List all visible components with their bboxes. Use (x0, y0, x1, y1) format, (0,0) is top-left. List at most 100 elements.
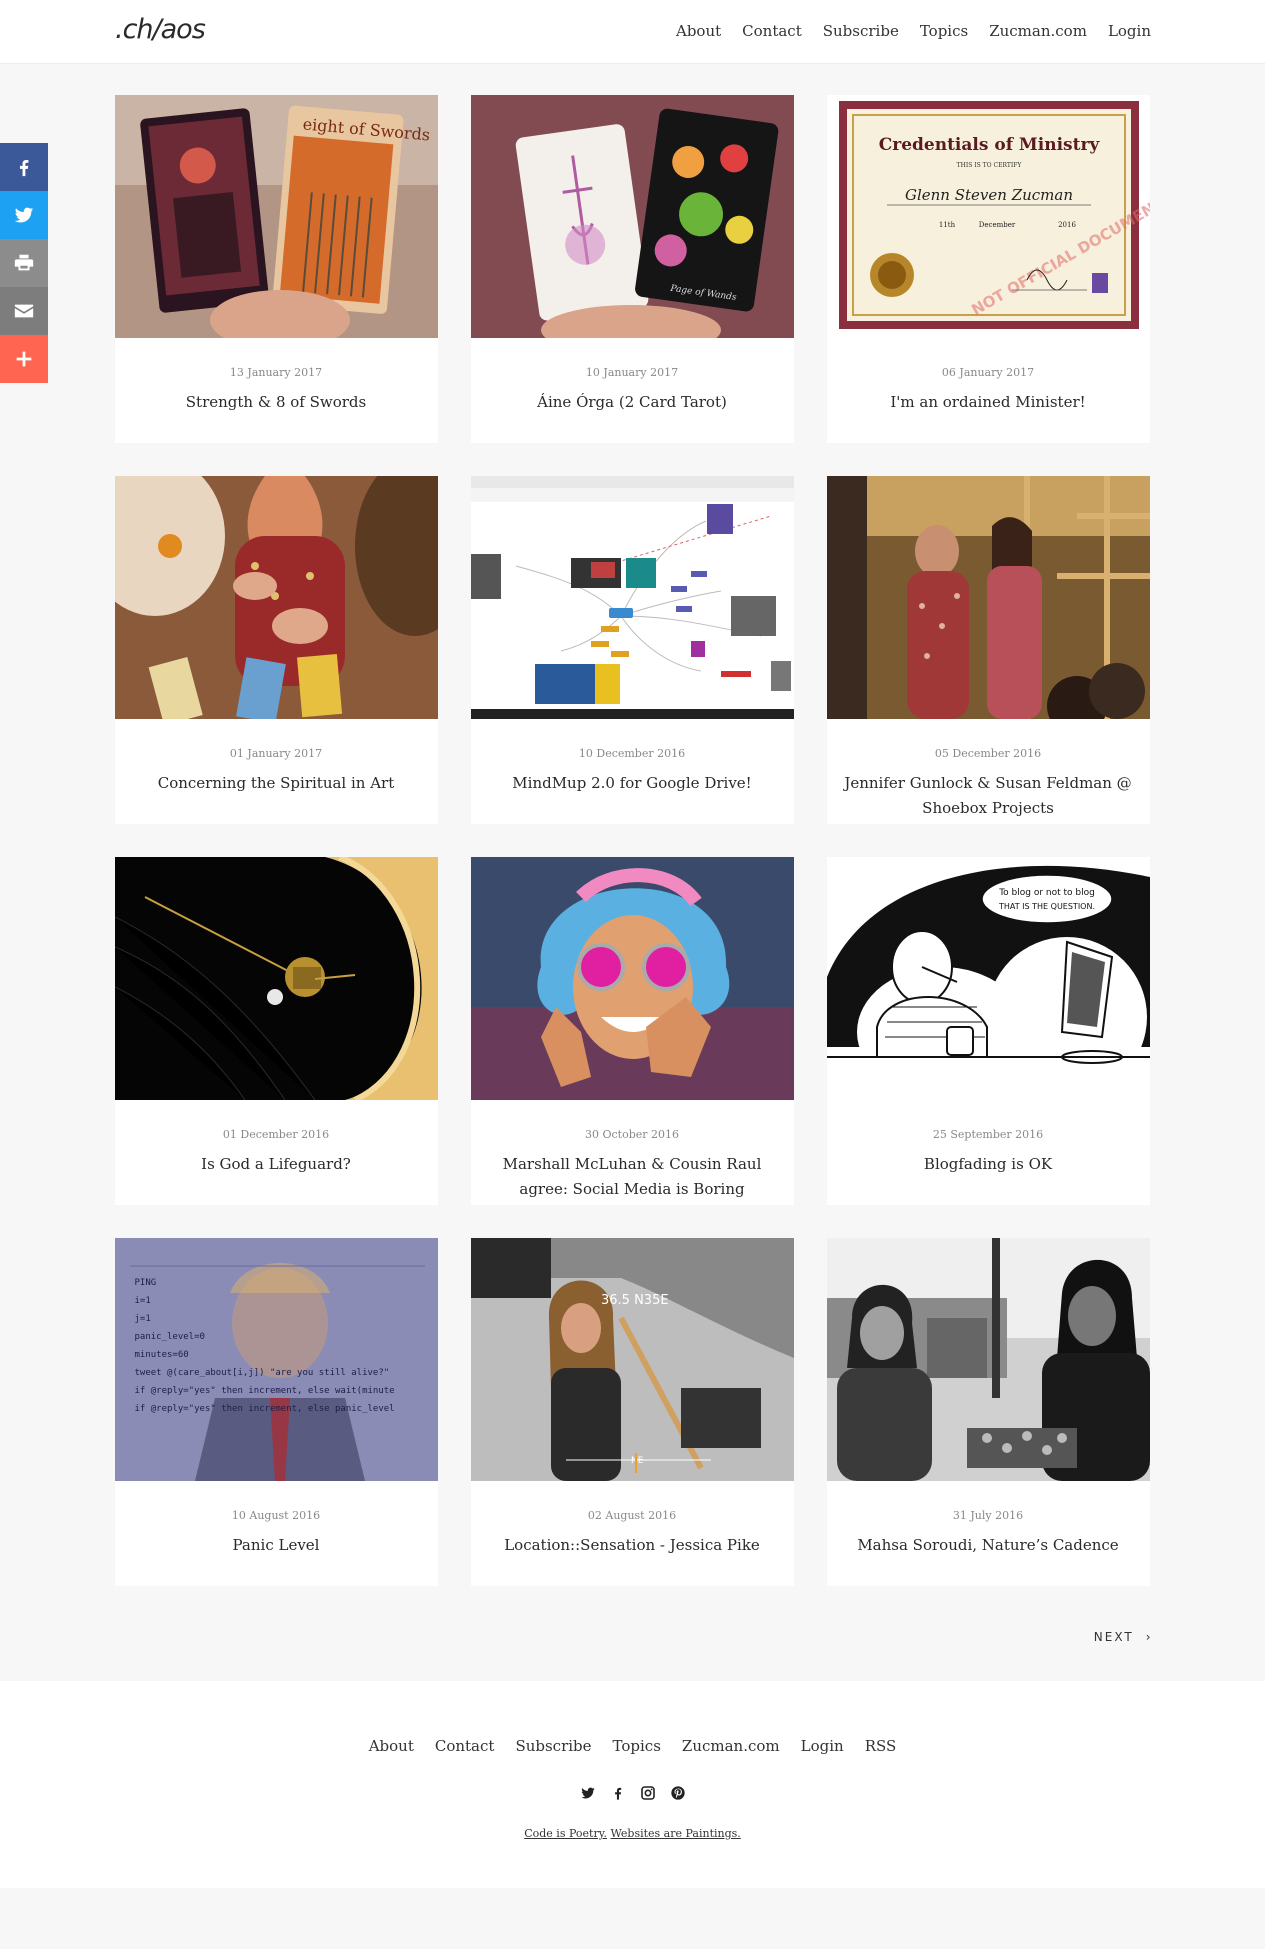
footer-tagline: Code is Poetry. Websites are Paintings. (0, 1827, 1265, 1840)
panic-code-line: panic_level=0 (134, 1332, 205, 1342)
post-date: 02 August 2016 (587, 1509, 677, 1522)
panic-code-line: j=1 (134, 1314, 151, 1324)
post-card[interactable]: 05 December 2016 Jennifer Gunlock & Susa… (826, 476, 1150, 824)
post-title[interactable]: Location::Sensation - Jessica Pike (485, 1533, 780, 1558)
site-logo[interactable]: .ch/aos (115, 14, 206, 45)
post-thumbnail[interactable] (114, 476, 438, 719)
nav-contact[interactable]: Contact (742, 22, 802, 40)
nav-topics[interactable]: Topics (920, 22, 968, 40)
post-date: 10 January 2017 (585, 366, 679, 379)
post-date: 31 July 2016 (952, 1509, 1024, 1522)
post-thumbnail[interactable] (826, 476, 1150, 719)
certificate-day: 11th (938, 221, 955, 229)
post-title[interactable]: Blogfading is OK (841, 1152, 1136, 1177)
footer-tagline-link-1[interactable]: Code is Poetry. (524, 1827, 607, 1840)
panic-code-line: i=1 (134, 1296, 151, 1306)
post-title[interactable]: Strength & 8 of Swords (129, 390, 424, 415)
email-icon (14, 304, 34, 318)
footer-nav-subscribe[interactable]: Subscribe (515, 1737, 591, 1755)
footer-tagline-link-2[interactable]: Websites are Paintings. (610, 1827, 740, 1840)
post-date: 01 January 2017 (229, 747, 323, 760)
certificate-month: December (978, 221, 1015, 229)
post-card[interactable]: Page of Wands 10 January 2017 Áine Órga … (470, 95, 794, 443)
post-title[interactable]: Mahsa Soroudi, Nature’s Cadence (841, 1533, 1136, 1558)
footer-nav-login[interactable]: Login (801, 1737, 844, 1755)
panic-code-line: tweet @(care_about[i,j]) "are you still … (134, 1368, 390, 1378)
nav-subscribe[interactable]: Subscribe (823, 22, 899, 40)
cartoon-bubble-line-1: To blog or not to blog (998, 888, 1095, 898)
certificate-subheading: THIS IS TO CERTIFY (956, 162, 1022, 169)
share-email-button[interactable] (0, 287, 48, 335)
post-thumbnail[interactable] (114, 857, 438, 1100)
post-thumbnail[interactable] (470, 857, 794, 1100)
next-page-link[interactable]: NEXT › (1094, 1630, 1151, 1644)
post-title[interactable]: Jennifer Gunlock & Susan Feldman @ Shoeb… (841, 771, 1136, 821)
nav-login[interactable]: Login (1108, 22, 1151, 40)
post-thumbnail[interactable]: 36.5 N35E NE (470, 1238, 794, 1481)
post-title[interactable]: Is God a Lifeguard? (129, 1152, 424, 1177)
facebook-icon[interactable] (610, 1785, 626, 1801)
post-card[interactable]: To blog or not to blog THAT IS THE QUEST… (826, 857, 1150, 1205)
certificate-year: 2016 (1058, 221, 1076, 229)
post-card[interactable]: eight of Swords 13 January 2017 Strength… (114, 95, 438, 443)
twitter-icon[interactable] (580, 1785, 596, 1801)
ministry-certificate-image: Credentials of Ministry THIS IS TO CERTI… (826, 95, 1150, 338)
print-icon (14, 254, 34, 271)
post-date: 25 September 2016 (932, 1128, 1044, 1141)
post-date: 30 October 2016 (584, 1128, 679, 1141)
post-card[interactable]: 01 January 2017 Concerning the Spiritual… (114, 476, 438, 824)
mindmup-screenshot-image (470, 476, 794, 719)
plus-icon (16, 351, 32, 367)
instagram-icon[interactable] (640, 1785, 656, 1801)
footer-nav-topics[interactable]: Topics (613, 1737, 661, 1755)
post-card[interactable]: 01 December 2016 Is God a Lifeguard? (114, 857, 438, 1205)
post-date: 01 December 2016 (222, 1128, 330, 1141)
footer-nav-rss[interactable]: RSS (865, 1737, 897, 1755)
colorful-wig-portrait-image (470, 857, 794, 1100)
post-card[interactable]: 10 December 2016 MindMup 2.0 for Google … (470, 476, 794, 824)
location-hud-compass: NE (631, 1456, 644, 1466)
share-print-button[interactable] (0, 239, 48, 287)
two-card-tarot-image: Page of Wands (470, 95, 794, 338)
footer-social (0, 1785, 1265, 1801)
cartoon-bubble-line-2: THAT IS THE QUESTION. (997, 902, 1094, 911)
post-date: 10 August 2016 (231, 1509, 321, 1522)
panic-code-block: PING i=1 j=1 panic_level=0 minutes=60 tw… (135, 1274, 395, 1418)
post-card[interactable]: 36.5 N35E NE 02 August 2016 Location::Se… (470, 1238, 794, 1586)
post-card[interactable]: 31 July 2016 Mahsa Soroudi, Nature’s Cad… (826, 1238, 1150, 1586)
share-more-button[interactable] (0, 335, 48, 383)
post-title[interactable]: Panic Level (129, 1533, 424, 1558)
post-title[interactable]: I'm an ordained Minister! (841, 390, 1136, 415)
footer-nav-contact[interactable]: Contact (435, 1737, 495, 1755)
post-thumbnail[interactable]: Page of Wands (470, 95, 794, 338)
post-thumbnail[interactable] (826, 1238, 1150, 1481)
share-twitter-button[interactable] (0, 191, 48, 239)
post-thumbnail[interactable]: eight of Swords (114, 95, 438, 338)
main-nav: About Contact Subscribe Topics Zucman.co… (676, 22, 1151, 40)
site-footer: About Contact Subscribe Topics Zucman.co… (0, 1681, 1265, 1888)
footer-nav: About Contact Subscribe Topics Zucman.co… (0, 1737, 1265, 1755)
share-bar (0, 143, 48, 383)
post-title[interactable]: MindMup 2.0 for Google Drive! (485, 771, 780, 796)
post-thumbnail[interactable]: To blog or not to blog THAT IS THE QUEST… (826, 857, 1150, 1100)
footer-nav-about[interactable]: About (369, 1737, 414, 1755)
pinterest-icon[interactable] (670, 1785, 686, 1801)
post-card[interactable]: PING i=1 j=1 panic_level=0 minutes=60 tw… (114, 1238, 438, 1586)
nav-about[interactable]: About (676, 22, 721, 40)
post-title[interactable]: Concerning the Spiritual in Art (129, 771, 424, 796)
footer-nav-zucman[interactable]: Zucman.com (682, 1737, 780, 1755)
post-card[interactable]: Credentials of Ministry THIS IS TO CERTI… (826, 95, 1150, 443)
share-facebook-button[interactable] (0, 143, 48, 191)
chevron-right-icon: › (1145, 1630, 1151, 1644)
post-thumbnail[interactable] (470, 476, 794, 719)
post-title[interactable]: Áine Órga (2 Card Tarot) (485, 390, 780, 415)
post-thumbnail[interactable]: Credentials of Ministry THIS IS TO CERTI… (826, 95, 1150, 338)
post-thumbnail[interactable]: PING i=1 j=1 panic_level=0 minutes=60 tw… (114, 1238, 438, 1481)
post-title[interactable]: Marshall McLuhan & Cousin Raul agree: So… (485, 1152, 780, 1202)
location-sensation-image: 36.5 N35E NE (470, 1238, 794, 1481)
post-date: 06 January 2017 (941, 366, 1035, 379)
nav-zucman[interactable]: Zucman.com (989, 22, 1087, 40)
next-label: NEXT (1093, 1630, 1134, 1644)
post-card[interactable]: 30 October 2016 Marshall McLuhan & Cousi… (470, 857, 794, 1205)
panic-code-line: if @reply="yes" then increment, else wai… (134, 1386, 395, 1396)
